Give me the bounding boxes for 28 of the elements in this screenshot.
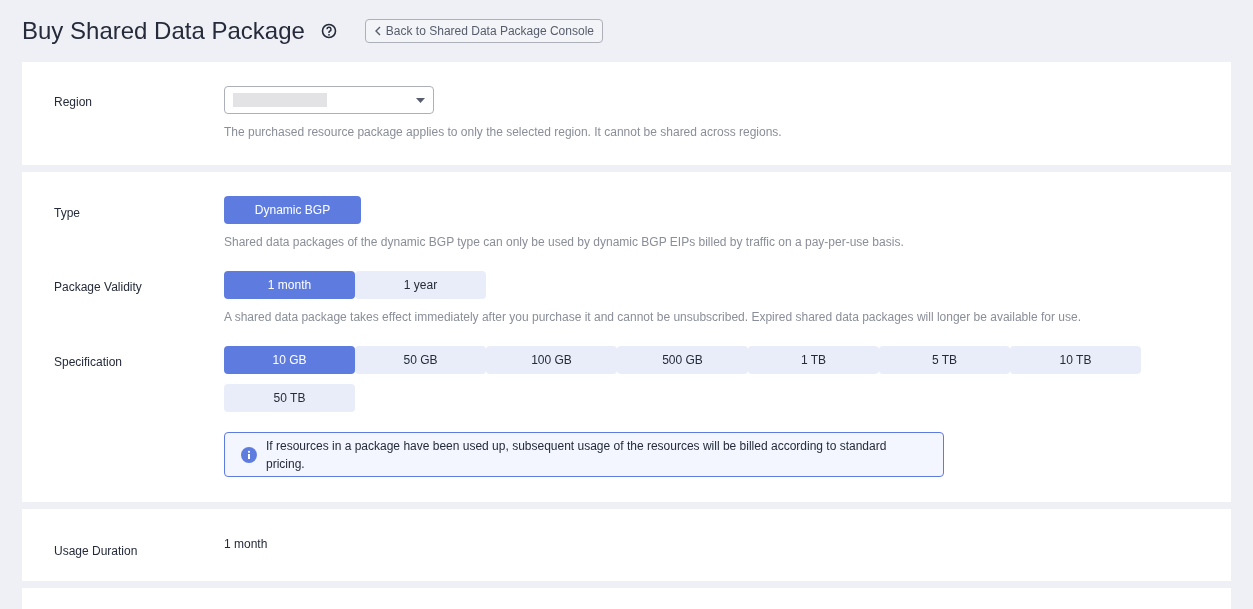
option-button[interactable]: 1 TB xyxy=(748,346,879,374)
help-icon xyxy=(320,23,337,39)
option-button[interactable]: Dynamic BGP xyxy=(224,196,361,224)
hint-text: The purchased resource package applies to only the selected region. It cannot be shared across regions. xyxy=(224,124,782,141)
back-button[interactable]: Back to Shared Data Package Console xyxy=(364,19,603,43)
hint-text: Shared data packages of the dynamic BGP type can only be used by dynamic BGP EIPs billed by traffic on a pay-per-use basis. xyxy=(224,234,904,251)
region-select[interactable] xyxy=(224,86,434,114)
hint-text: A shared data package takes effect immediately after you purchase it and cannot be unsubscribed. Expired shared data packages will longer be available for use. xyxy=(224,309,1081,326)
field-label: Specification xyxy=(54,354,124,371)
notice-text: If resources in a package have been used up, subsequent usage of the resources will be billed according to standard pricing. xyxy=(265,437,888,473)
option-button[interactable]: 1 month xyxy=(224,271,355,299)
caret-down-icon xyxy=(416,97,425,103)
option-button[interactable]: 50 GB xyxy=(355,346,486,374)
field-label: Usage Duration xyxy=(54,543,139,560)
chevron-left-icon xyxy=(373,26,382,36)
info-icon xyxy=(241,446,257,463)
option-button[interactable]: 5 TB xyxy=(879,346,1010,374)
option-button[interactable]: 100 GB xyxy=(486,346,617,374)
duration-value: 1 month xyxy=(224,536,268,553)
field-label: Package Validity xyxy=(54,279,143,296)
field-label: Type xyxy=(54,205,81,222)
option-button[interactable]: 1 year xyxy=(355,271,486,299)
page-title: Buy Shared Data Package xyxy=(22,16,305,46)
option-button[interactable]: 500 GB xyxy=(617,346,748,374)
option-button[interactable]: 50 TB xyxy=(224,384,355,412)
option-button[interactable]: 10 GB xyxy=(224,346,355,374)
option-button[interactable]: 10 TB xyxy=(1010,346,1141,374)
field-label: Region xyxy=(54,94,94,111)
